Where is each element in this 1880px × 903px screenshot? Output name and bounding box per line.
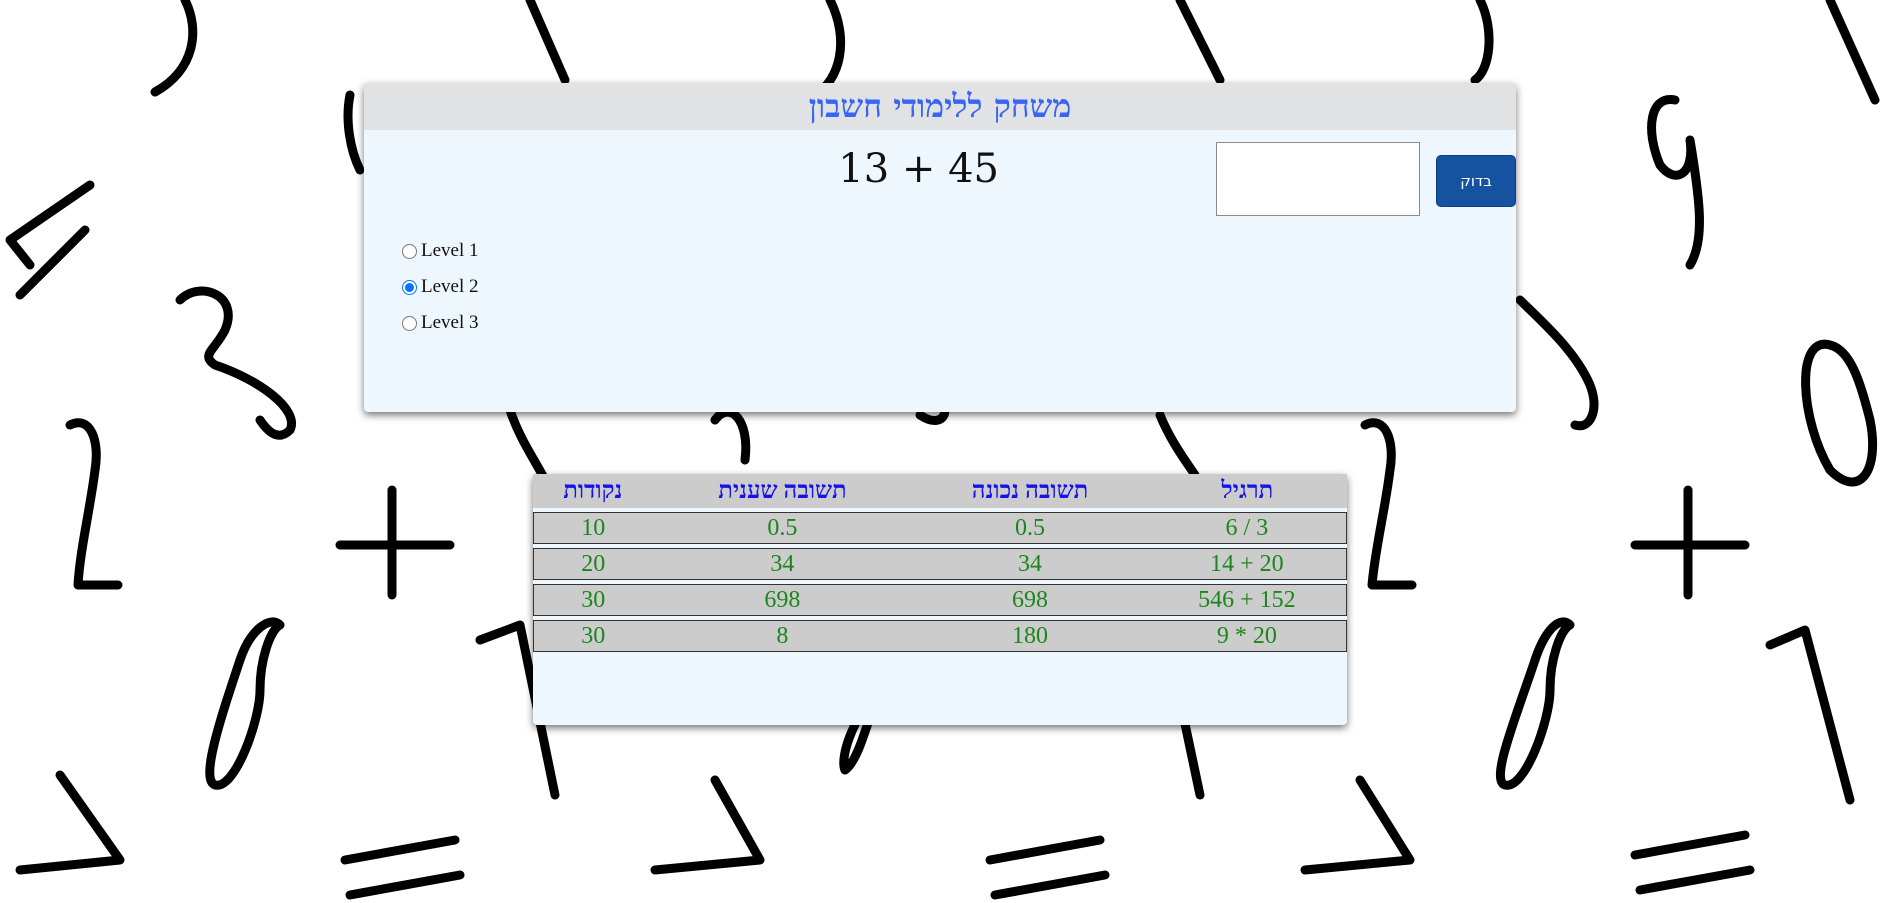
header-your-answer: תשובה שענית <box>652 474 913 508</box>
level-1-label: Level 1 <box>421 240 479 261</box>
level-3-label: Level 3 <box>421 312 479 333</box>
question-area: 13 + 45 בדוק <box>714 142 1516 216</box>
level-option-2[interactable]: Level 2 <box>402 269 479 305</box>
check-button[interactable]: בדוק <box>1436 155 1516 207</box>
score-table: תרגיל תשובה נכונה תשובה שענית נקודות 3 /… <box>533 470 1347 656</box>
answer-input[interactable] <box>1216 142 1420 216</box>
table-row: 20 * 9 180 8 30 <box>533 620 1347 652</box>
score-panel: תרגיל תשובה נכונה תשובה שענית נקודות 3 /… <box>533 474 1347 725</box>
cell-exercise: 20 * 9 <box>1147 620 1347 652</box>
question-expression: 13 + 45 <box>838 146 999 192</box>
game-title: משחק ללימודי חשבון <box>808 87 1072 125</box>
header-points: נקודות <box>533 474 653 508</box>
table-row: 3 / 6 0.5 0.5 10 <box>533 512 1347 544</box>
cell-exercise: 152 + 546 <box>1147 584 1347 616</box>
level-2-label: Level 2 <box>421 276 479 297</box>
level-2-radio[interactable] <box>402 279 417 295</box>
cell-your-answer: 698 <box>652 584 913 616</box>
cell-points: 30 <box>533 620 653 652</box>
level-option-1[interactable]: Level 1 <box>402 233 479 269</box>
cell-points: 30 <box>533 584 653 616</box>
header-exercise: תרגיל <box>1147 474 1347 508</box>
header-correct-answer: תשובה נכונה <box>912 474 1148 508</box>
game-header: משחק ללימודי חשבון <box>364 83 1516 130</box>
cell-your-answer: 34 <box>652 548 913 580</box>
level-selector: Level 1 Level 2 Level 3 <box>402 233 479 341</box>
level-3-radio[interactable] <box>402 315 417 331</box>
cell-exercise: 20 + 14 <box>1147 548 1347 580</box>
cell-points: 10 <box>533 512 653 544</box>
cell-correct-answer: 698 <box>912 584 1148 616</box>
level-1-radio[interactable] <box>402 243 417 259</box>
cell-your-answer: 8 <box>652 620 913 652</box>
game-panel: משחק ללימודי חשבון 13 + 45 בדוק Level 1 … <box>364 83 1516 412</box>
question-row: 13 + 45 בדוק <box>364 130 1516 216</box>
table-row: 20 + 14 34 34 20 <box>533 548 1347 580</box>
table-row: 152 + 546 698 698 30 <box>533 584 1347 616</box>
cell-your-answer: 0.5 <box>652 512 913 544</box>
cell-exercise: 3 / 6 <box>1147 512 1347 544</box>
level-option-3[interactable]: Level 3 <box>402 305 479 341</box>
cell-points: 20 <box>533 548 653 580</box>
cell-correct-answer: 34 <box>912 548 1148 580</box>
cell-correct-answer: 180 <box>912 620 1148 652</box>
cell-correct-answer: 0.5 <box>912 512 1148 544</box>
score-table-header-row: תרגיל תשובה נכונה תשובה שענית נקודות <box>533 474 1347 508</box>
